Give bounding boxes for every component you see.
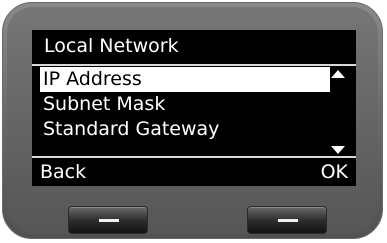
menu-list: IP Address Subnet Mask Standard Gateway — [40, 67, 330, 142]
menu-item-subnet-mask[interactable]: Subnet Mask — [40, 92, 330, 117]
scroll-down-arrow-icon — [331, 146, 345, 154]
minus-icon — [278, 219, 298, 222]
scroll-up-arrow-icon — [331, 70, 345, 78]
display-screen: Local Network IP Address Subnet Mask Sta… — [32, 30, 356, 186]
right-softkey-button[interactable] — [247, 206, 327, 234]
softkey-ok-label: OK — [320, 161, 348, 183]
menu-item-ip-address[interactable]: IP Address — [40, 67, 330, 92]
softkey-back-label: Back — [40, 161, 87, 183]
menu-item-standard-gateway[interactable]: Standard Gateway — [40, 117, 330, 142]
left-softkey-button[interactable] — [68, 206, 148, 234]
softkey-divider — [32, 156, 356, 158]
minus-icon — [99, 219, 119, 222]
title-divider — [32, 64, 356, 66]
screen-title: Local Network — [44, 35, 179, 57]
